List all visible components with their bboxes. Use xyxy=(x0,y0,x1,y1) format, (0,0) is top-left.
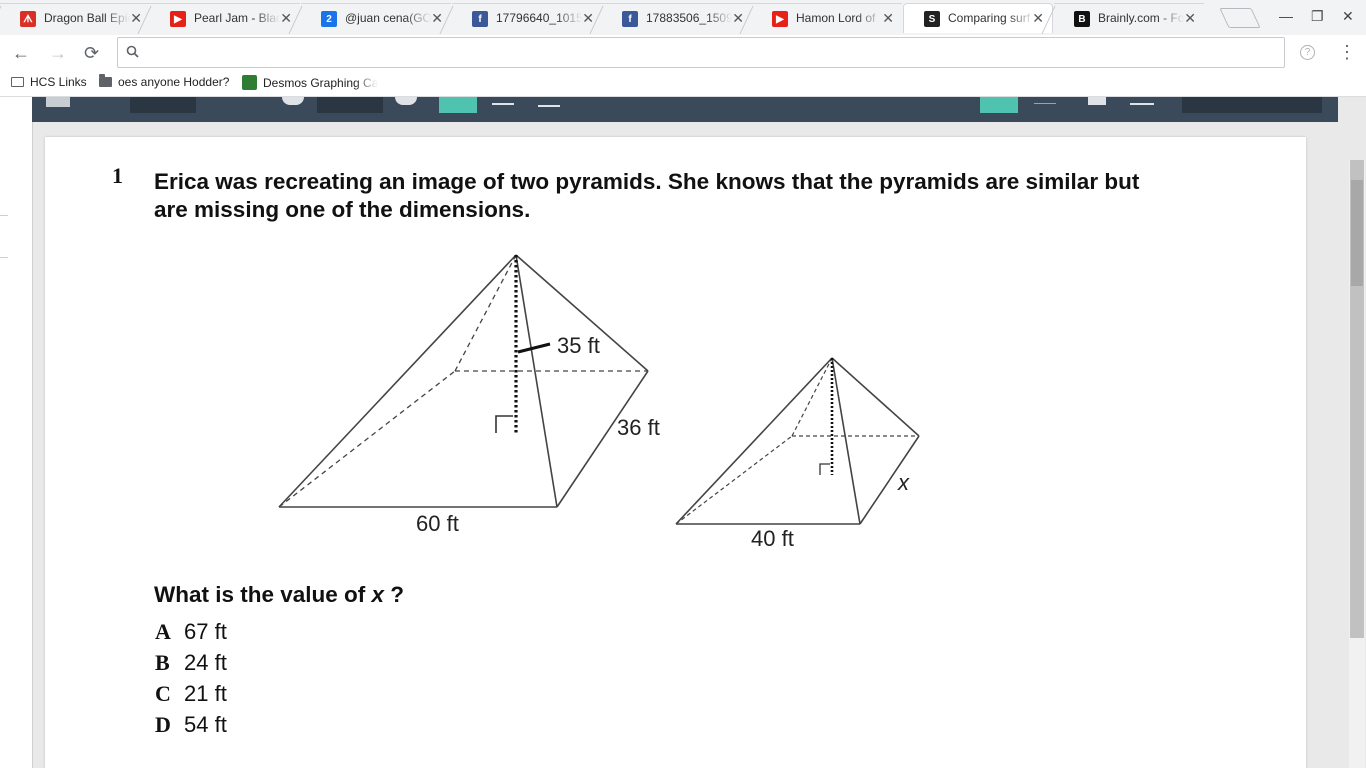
large-slant-height-label: 35 ft xyxy=(557,333,600,358)
choice-value: 21 ft xyxy=(184,681,227,706)
prompt-suffix: ? xyxy=(384,582,405,607)
choice-d[interactable]: D 54 ft xyxy=(155,712,227,738)
choice-letter: C xyxy=(155,681,171,706)
question-prompt: What is the value of x ? xyxy=(154,582,404,608)
large-base-label: 60 ft xyxy=(416,511,459,536)
choice-value: 24 ft xyxy=(184,650,227,675)
choice-b[interactable]: B 24 ft xyxy=(155,650,227,676)
small-edge-label: x xyxy=(897,470,910,495)
prompt-text: What is the value of xyxy=(154,582,372,607)
prompt-variable: x xyxy=(371,582,385,607)
choice-a[interactable]: A 67 ft xyxy=(155,619,227,645)
choice-letter: B xyxy=(155,650,170,675)
choice-letter: A xyxy=(155,619,171,644)
choice-letter: D xyxy=(155,712,171,737)
choice-c[interactable]: C 21 ft xyxy=(155,681,227,707)
large-edge-label: 36 ft xyxy=(617,415,660,440)
choice-value: 67 ft xyxy=(184,619,227,644)
small-base-label: 40 ft xyxy=(751,526,794,551)
choice-value: 54 ft xyxy=(184,712,227,737)
large-pyramid xyxy=(278,254,649,508)
small-pyramid xyxy=(675,357,920,525)
